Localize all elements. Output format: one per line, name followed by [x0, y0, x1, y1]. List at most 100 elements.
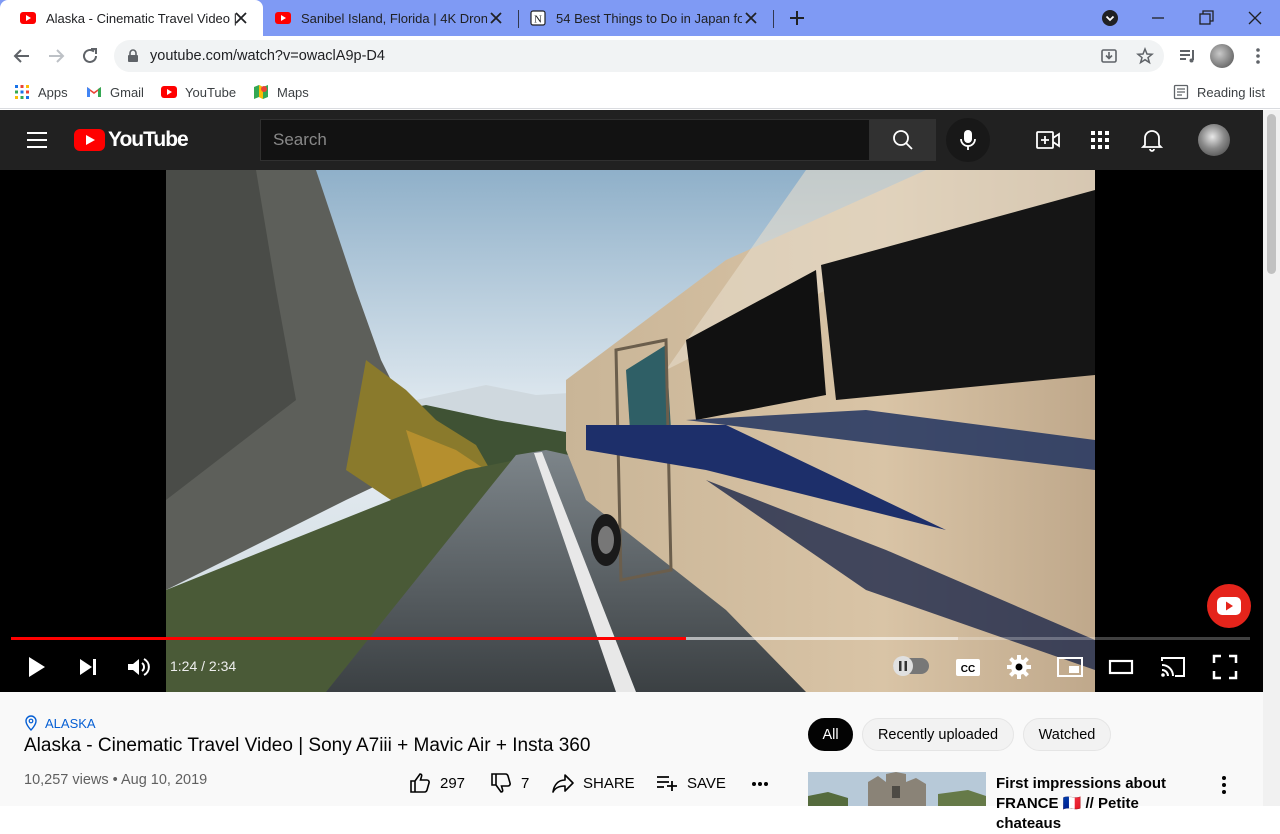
- autoplay-toggle[interactable]: [893, 656, 929, 676]
- time-display: 1:24 / 2:34: [170, 658, 237, 674]
- reading-list-button[interactable]: Reading list: [1173, 82, 1265, 102]
- autoplay-knob: [893, 656, 913, 676]
- chip-watched[interactable]: Watched: [1023, 718, 1111, 751]
- miniplayer-icon[interactable]: [1056, 653, 1084, 681]
- search-button[interactable]: [870, 119, 936, 161]
- bookmark-label: YouTube: [185, 84, 237, 100]
- channel-avatar[interactable]: [1198, 124, 1230, 156]
- youtube-logo-text: YouTube: [108, 128, 189, 151]
- dislike-count: 7: [521, 774, 530, 792]
- share-label: SHARE: [583, 774, 635, 792]
- playlist-add-icon: [657, 776, 677, 791]
- share-arrow-icon: [552, 774, 574, 793]
- pause-icon: [899, 661, 907, 671]
- bookmark-label: Apps: [38, 84, 68, 100]
- save-label: SAVE: [687, 774, 726, 792]
- video-title: Alaska - Cinematic Travel Video | Sony A…: [24, 735, 591, 756]
- video-info-section: ALASKA Alaska - Cinematic Travel Video |…: [0, 692, 1263, 832]
- volume-icon[interactable]: [124, 653, 152, 681]
- recommended-video-title[interactable]: First impressions about FRANCE 🇨🇵 // Pet…: [996, 774, 1206, 834]
- bookmark-label: Gmail: [110, 84, 144, 100]
- chip-all[interactable]: All: [808, 718, 853, 751]
- youtube-favicon-icon: [20, 12, 36, 24]
- lock-icon[interactable]: [126, 49, 140, 63]
- settings-gear-icon[interactable]: [1005, 653, 1033, 681]
- tab-title: 54 Best Things to Do in Japan for: [556, 10, 742, 26]
- recommendation-menu-icon[interactable]: [1214, 774, 1234, 796]
- more-actions-icon[interactable]: [750, 774, 770, 794]
- apps-grid-icon[interactable]: [1090, 130, 1110, 150]
- tab-search-chevron-icon[interactable]: [1098, 6, 1122, 30]
- dislike-button[interactable]: 7: [489, 771, 529, 795]
- bookmark-maps[interactable]: Maps: [253, 82, 309, 102]
- bookmark-youtube[interactable]: YouTube: [161, 82, 236, 102]
- close-tab-icon[interactable]: [743, 10, 759, 26]
- progress-bar[interactable]: [11, 637, 1250, 640]
- close-tab-icon[interactable]: [233, 10, 249, 26]
- back-arrow-icon[interactable]: [10, 44, 34, 68]
- scrollbar-thumb[interactable]: [1267, 114, 1276, 274]
- next-icon[interactable]: [74, 653, 102, 681]
- close-tab-icon[interactable]: [488, 10, 504, 26]
- tab-alaska[interactable]: Alaska - Cinematic Travel Video |: [0, 0, 263, 36]
- played-bar: [11, 637, 687, 640]
- kebab-menu-icon[interactable]: [1246, 44, 1270, 68]
- page-scrollbar[interactable]: [1263, 110, 1280, 806]
- location-text: ALASKA: [45, 715, 96, 731]
- thumbs-down-icon: [491, 773, 511, 793]
- like-button[interactable]: 297: [408, 771, 465, 795]
- video-frame[interactable]: [166, 170, 1095, 692]
- install-app-icon[interactable]: [1100, 47, 1118, 65]
- reload-icon[interactable]: [78, 44, 102, 68]
- tab-divider: [773, 10, 774, 28]
- voice-search-button[interactable]: [946, 118, 990, 162]
- youtube-masthead: YouTube: [0, 110, 1263, 170]
- play-icon[interactable]: [22, 653, 50, 681]
- bookmark-apps[interactable]: Apps: [14, 82, 68, 102]
- youtube-logo[interactable]: YouTube: [74, 128, 189, 152]
- notion-favicon-icon: N: [530, 10, 546, 26]
- fullscreen-icon[interactable]: [1211, 653, 1239, 681]
- minimize-icon[interactable]: [1146, 6, 1170, 30]
- recommended-video-thumbnail[interactable]: [808, 772, 986, 806]
- video-player[interactable]: 1:24 / 2:34 CC: [0, 170, 1263, 692]
- profile-avatar[interactable]: [1210, 44, 1234, 68]
- bookmark-gmail[interactable]: Gmail: [86, 82, 144, 102]
- theater-mode-icon[interactable]: [1107, 653, 1135, 681]
- channel-watermark[interactable]: [1207, 584, 1251, 628]
- youtube-favicon-icon: [275, 12, 291, 24]
- maps-icon: [254, 85, 268, 99]
- url-text: youtube.com/watch?v=owaclA9p-D4: [150, 48, 385, 64]
- cast-icon[interactable]: [1159, 653, 1187, 681]
- media-control-icon[interactable]: [1176, 44, 1200, 68]
- tab-sanibel[interactable]: Sanibel Island, Florida | 4K Drone: [263, 0, 518, 36]
- youtube-logo-icon: [74, 129, 105, 151]
- location-link[interactable]: ALASKA: [24, 715, 96, 731]
- video-meta: 10,257 views • Aug 10, 2019: [24, 772, 208, 788]
- new-tab-plus-icon[interactable]: [785, 6, 809, 30]
- tab-title: Sanibel Island, Florida | 4K Drone: [301, 10, 487, 26]
- bookmark-star-icon[interactable]: [1136, 47, 1154, 65]
- subtitles-icon[interactable]: CC: [954, 653, 982, 681]
- bookmarks-bar: Apps Gmail YouTube Maps Reading list: [0, 76, 1280, 109]
- search-input[interactable]: [261, 120, 869, 160]
- location-pin-icon: [25, 715, 37, 731]
- notifications-bell-icon[interactable]: [1141, 128, 1163, 152]
- tab-japan[interactable]: N 54 Best Things to Do in Japan for: [518, 0, 773, 36]
- hamburger-menu-icon[interactable]: [26, 130, 48, 150]
- search-box: [260, 119, 870, 161]
- thumbs-up-icon: [410, 773, 430, 793]
- reading-list-label: Reading list: [1197, 84, 1265, 100]
- share-button[interactable]: SHARE: [551, 771, 635, 795]
- microphone-icon: [960, 130, 976, 150]
- reading-list-icon: [1173, 84, 1189, 100]
- window-close-icon[interactable]: [1243, 6, 1267, 30]
- tab-strip: Alaska - Cinematic Travel Video | Sanibe…: [0, 0, 1280, 36]
- address-bar[interactable]: youtube.com/watch?v=owaclA9p-D4: [114, 40, 1164, 72]
- browser-toolbar: youtube.com/watch?v=owaclA9p-D4: [0, 36, 1280, 76]
- forward-arrow-icon[interactable]: [44, 44, 68, 68]
- save-button[interactable]: SAVE: [655, 771, 726, 795]
- restore-icon[interactable]: [1194, 6, 1218, 30]
- create-video-icon[interactable]: [1036, 129, 1060, 151]
- chip-recently-uploaded[interactable]: Recently uploaded: [862, 718, 1014, 751]
